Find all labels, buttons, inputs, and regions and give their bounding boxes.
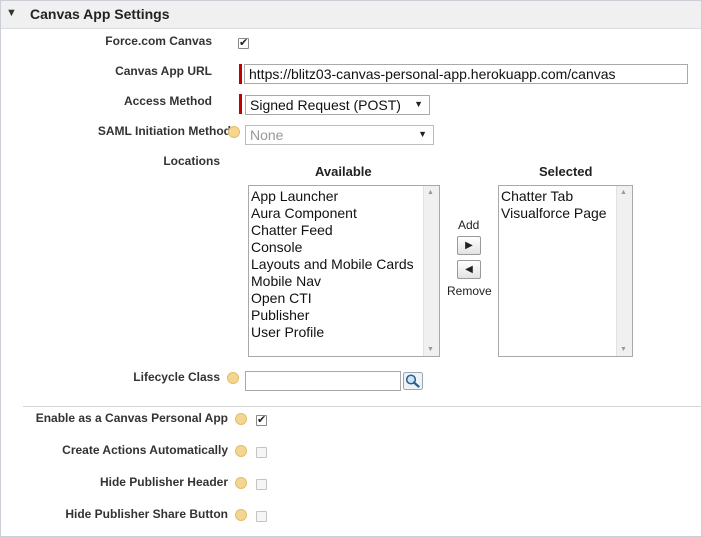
help-icon[interactable]	[235, 509, 247, 521]
create-actions-label: Create Actions Automatically	[62, 443, 228, 457]
available-locations-list[interactable]: App Launcher Aura Component Chatter Feed…	[248, 185, 440, 357]
remove-button[interactable]: ◀	[457, 260, 481, 279]
list-item[interactable]: Publisher	[249, 307, 439, 324]
list-item[interactable]: Aura Component	[249, 205, 439, 222]
list-item[interactable]: Open CTI	[249, 290, 439, 307]
section-title: Canvas App Settings	[30, 6, 170, 22]
create-actions-checkbox[interactable]	[256, 447, 267, 458]
list-item[interactable]: App Launcher	[249, 188, 439, 205]
divider	[23, 406, 701, 407]
arrow-right-icon: ▶	[465, 240, 473, 251]
help-icon[interactable]	[235, 477, 247, 489]
locations-label: Locations	[163, 154, 220, 168]
help-icon[interactable]	[227, 372, 239, 384]
list-item[interactable]: Chatter Tab	[499, 188, 632, 205]
access-method-select[interactable]: Signed Request (POST) ▼	[245, 95, 430, 115]
scrollbar[interactable]: ▲ ▼	[423, 186, 439, 356]
help-icon[interactable]	[235, 413, 247, 425]
list-item[interactable]: Layouts and Mobile Cards	[249, 256, 439, 273]
selected-locations-list[interactable]: Chatter Tab Visualforce Page ▲ ▼	[498, 185, 633, 357]
access-method-value: Signed Request (POST)	[250, 97, 401, 113]
scroll-down-icon[interactable]: ▼	[427, 346, 434, 353]
add-button[interactable]: ▶	[457, 236, 481, 255]
list-item[interactable]: Visualforce Page	[499, 205, 632, 222]
scroll-up-icon[interactable]: ▲	[620, 189, 627, 196]
arrow-left-icon: ◀	[465, 264, 473, 275]
list-item[interactable]: User Profile	[249, 324, 439, 341]
personal-app-checkbox[interactable]	[256, 413, 267, 426]
canvas-url-input[interactable]	[244, 64, 688, 84]
help-icon[interactable]	[228, 126, 240, 138]
access-method-label: Access Method	[123, 94, 212, 108]
list-item[interactable]: Console	[249, 239, 439, 256]
hide-publisher-share-label: Hide Publisher Share Button	[65, 507, 228, 521]
add-label: Add	[458, 218, 480, 232]
lifecycle-class-input[interactable]	[245, 371, 401, 391]
selected-header: Selected	[539, 164, 593, 179]
triangle-down-icon[interactable]: ▼	[6, 7, 17, 19]
canvas-app-settings-panel: ▼ Canvas App Settings Force.com Canvas C…	[0, 0, 702, 537]
personal-app-label: Enable as a Canvas Personal App	[35, 411, 228, 425]
list-item[interactable]: Mobile Nav	[249, 273, 439, 290]
saml-initiation-label: SAML Initiation Method	[97, 124, 231, 138]
force-canvas-label: Force.com Canvas	[105, 34, 212, 48]
scrollbar[interactable]: ▲ ▼	[616, 186, 632, 356]
canvas-url-label: Canvas App URL	[115, 64, 212, 78]
hide-publisher-header-checkbox[interactable]	[256, 479, 267, 490]
saml-initiation-select[interactable]: None ▼	[245, 125, 434, 145]
hide-publisher-header-label: Hide Publisher Header	[99, 475, 228, 489]
section-header[interactable]: ▼ Canvas App Settings	[1, 1, 701, 29]
force-canvas-checkbox[interactable]	[238, 36, 249, 49]
saml-initiation-value: None	[250, 127, 284, 143]
required-indicator	[239, 64, 242, 84]
hide-publisher-share-checkbox[interactable]	[256, 511, 267, 522]
scroll-up-icon[interactable]: ▲	[427, 189, 434, 196]
help-icon[interactable]	[235, 445, 247, 457]
available-header: Available	[315, 164, 372, 179]
scroll-down-icon[interactable]: ▼	[620, 346, 627, 353]
lookup-search-icon[interactable]	[403, 372, 423, 390]
dropdown-arrow-icon: ▼	[418, 129, 427, 139]
required-indicator	[239, 94, 242, 114]
dropdown-arrow-icon: ▼	[414, 99, 423, 109]
lifecycle-class-label: Lifecycle Class	[133, 370, 220, 384]
remove-label: Remove	[447, 284, 492, 298]
list-item[interactable]: Chatter Feed	[249, 222, 439, 239]
